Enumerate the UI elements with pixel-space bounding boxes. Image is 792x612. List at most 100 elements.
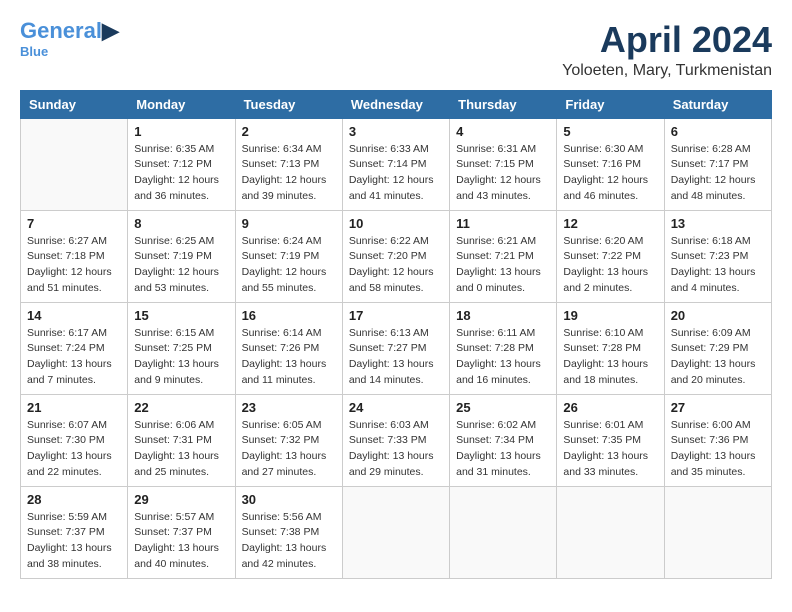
day-info: Sunrise: 5:57 AMSunset: 7:37 PMDaylight:… — [134, 510, 228, 573]
day-number: 28 — [27, 492, 121, 507]
day-number: 22 — [134, 400, 228, 415]
day-number: 11 — [456, 216, 550, 231]
week-row-3: 14Sunrise: 6:17 AMSunset: 7:24 PMDayligh… — [21, 302, 772, 394]
logo-blue: Blue — [20, 44, 48, 59]
day-number: 9 — [242, 216, 336, 231]
day-number: 2 — [242, 124, 336, 139]
day-number: 12 — [563, 216, 657, 231]
day-info: Sunrise: 6:34 AMSunset: 7:13 PMDaylight:… — [242, 142, 336, 205]
week-row-5: 28 Sunrise: 5:59 AMSunset: 7:37 PMDayligh… — [21, 486, 772, 578]
calendar-cell: 11 Sunrise: 6:21 AMSunset: 7:21 PMDayligh… — [450, 210, 557, 302]
day-number: 17 — [349, 308, 443, 323]
calendar-cell: 17 Sunrise: 6:13 AMSunset: 7:27 PMDayligh… — [342, 302, 449, 394]
column-header-monday: Monday — [128, 90, 235, 118]
column-header-saturday: Saturday — [664, 90, 771, 118]
day-info: Sunrise: 6:10 AMSunset: 7:28 PMDaylight:… — [563, 326, 657, 389]
month-year: April 2024 — [562, 20, 772, 60]
calendar-cell: 13 Sunrise: 6:18 AMSunset: 7:23 PMDayligh… — [664, 210, 771, 302]
day-number: 3 — [349, 124, 443, 139]
calendar-cell: 4Sunrise: 6:31 AMSunset: 7:15 PMDaylight… — [450, 118, 557, 210]
day-info: Sunrise: 6:31 AMSunset: 7:15 PMDaylight:… — [456, 142, 550, 205]
calendar-header-row: SundayMondayTuesdayWednesdayThursdayFrid… — [21, 90, 772, 118]
column-header-friday: Friday — [557, 90, 664, 118]
day-info: Sunrise: 6:21 AMSunset: 7:21 PMDaylight:… — [456, 234, 550, 297]
day-info: Sunrise: 6:27 AMSunset: 7:18 PMDaylight:… — [27, 234, 121, 297]
calendar-cell — [450, 486, 557, 578]
day-info: Sunrise: 6:15 AMSunset: 7:25 PMDaylight:… — [134, 326, 228, 389]
day-info: Sunrise: 6:01 AMSunset: 7:35 PMDaylight:… — [563, 418, 657, 481]
calendar-cell: 28 Sunrise: 5:59 AMSunset: 7:37 PMDayligh… — [21, 486, 128, 578]
calendar-cell — [664, 486, 771, 578]
day-info: Sunrise: 6:00 AMSunset: 7:36 PMDaylight:… — [671, 418, 765, 481]
day-info: Sunrise: 6:18 AMSunset: 7:23 PMDaylight:… — [671, 234, 765, 297]
calendar-cell: 16 Sunrise: 6:14 AMSunset: 7:26 PMDayligh… — [235, 302, 342, 394]
day-info: Sunrise: 6:17 AMSunset: 7:24 PMDaylight:… — [27, 326, 121, 389]
calendar-cell: 23Sunrise: 6:05 AMSunset: 7:32 PMDayligh… — [235, 394, 342, 486]
calendar-cell: 30Sunrise: 5:56 AMSunset: 7:38 PMDayligh… — [235, 486, 342, 578]
calendar-cell: 1 Sunrise: 6:35 AMSunset: 7:12 PMDaylight… — [128, 118, 235, 210]
day-info: Sunrise: 6:35 AMSunset: 7:12 PMDaylight:… — [134, 142, 228, 205]
day-info: Sunrise: 6:24 AMSunset: 7:19 PMDaylight:… — [242, 234, 336, 297]
day-info: Sunrise: 6:22 AMSunset: 7:20 PMDaylight:… — [349, 234, 443, 297]
logo-text: General▶ — [20, 20, 119, 42]
calendar-cell — [342, 486, 449, 578]
logo: General▶ Blue — [20, 20, 119, 59]
day-number: 7 — [27, 216, 121, 231]
day-number: 24 — [349, 400, 443, 415]
day-info: Sunrise: 6:30 AMSunset: 7:16 PMDaylight:… — [563, 142, 657, 205]
column-header-sunday: Sunday — [21, 90, 128, 118]
day-info: Sunrise: 6:09 AMSunset: 7:29 PMDaylight:… — [671, 326, 765, 389]
calendar-cell: 15 Sunrise: 6:15 AMSunset: 7:25 PMDayligh… — [128, 302, 235, 394]
week-row-1: 1 Sunrise: 6:35 AMSunset: 7:12 PMDaylight… — [21, 118, 772, 210]
day-number: 15 — [134, 308, 228, 323]
week-row-2: 7 Sunrise: 6:27 AMSunset: 7:18 PMDaylight… — [21, 210, 772, 302]
day-number: 29 — [134, 492, 228, 507]
day-number: 1 — [134, 124, 228, 139]
calendar-cell — [557, 486, 664, 578]
day-info: Sunrise: 5:56 AMSunset: 7:38 PMDaylight:… — [242, 510, 336, 573]
calendar-cell: 6 Sunrise: 6:28 AMSunset: 7:17 PMDaylight… — [664, 118, 771, 210]
location: Yoloeten, Mary, Turkmenistan — [562, 62, 772, 80]
day-number: 16 — [242, 308, 336, 323]
calendar-cell: 7 Sunrise: 6:27 AMSunset: 7:18 PMDaylight… — [21, 210, 128, 302]
day-number: 26 — [563, 400, 657, 415]
day-info: Sunrise: 6:28 AMSunset: 7:17 PMDaylight:… — [671, 142, 765, 205]
day-number: 8 — [134, 216, 228, 231]
calendar-cell: 2 Sunrise: 6:34 AMSunset: 7:13 PMDaylight… — [235, 118, 342, 210]
day-number: 5 — [563, 124, 657, 139]
day-number: 13 — [671, 216, 765, 231]
day-number: 19 — [563, 308, 657, 323]
page-header: General▶ Blue April 2024 Yoloeten, Mary,… — [20, 20, 772, 80]
column-header-tuesday: Tuesday — [235, 90, 342, 118]
day-info: Sunrise: 6:02 AMSunset: 7:34 PMDaylight:… — [456, 418, 550, 481]
day-info: Sunrise: 6:20 AMSunset: 7:22 PMDaylight:… — [563, 234, 657, 297]
logo-general: General — [20, 18, 102, 43]
calendar-cell: 19 Sunrise: 6:10 AMSunset: 7:28 PMDayligh… — [557, 302, 664, 394]
calendar-cell: 12 Sunrise: 6:20 AMSunset: 7:22 PMDayligh… — [557, 210, 664, 302]
calendar-cell: 21 Sunrise: 6:07 AMSunset: 7:30 PMDayligh… — [21, 394, 128, 486]
day-info: Sunrise: 6:06 AMSunset: 7:31 PMDaylight:… — [134, 418, 228, 481]
calendar-cell: 3Sunrise: 6:33 AMSunset: 7:14 PMDaylight… — [342, 118, 449, 210]
day-info: Sunrise: 6:05 AMSunset: 7:32 PMDaylight:… — [242, 418, 336, 481]
day-number: 20 — [671, 308, 765, 323]
day-info: Sunrise: 6:07 AMSunset: 7:30 PMDaylight:… — [27, 418, 121, 481]
calendar-cell: 20 Sunrise: 6:09 AMSunset: 7:29 PMDayligh… — [664, 302, 771, 394]
calendar-cell: 25Sunrise: 6:02 AMSunset: 7:34 PMDayligh… — [450, 394, 557, 486]
calendar-cell: 26 Sunrise: 6:01 AMSunset: 7:35 PMDayligh… — [557, 394, 664, 486]
calendar-table: SundayMondayTuesdayWednesdayThursdayFrid… — [20, 90, 772, 579]
day-info: Sunrise: 6:03 AMSunset: 7:33 PMDaylight:… — [349, 418, 443, 481]
day-info: Sunrise: 6:25 AMSunset: 7:19 PMDaylight:… — [134, 234, 228, 297]
column-header-wednesday: Wednesday — [342, 90, 449, 118]
day-info: Sunrise: 6:13 AMSunset: 7:27 PMDaylight:… — [349, 326, 443, 389]
day-number: 6 — [671, 124, 765, 139]
calendar-cell: 27 Sunrise: 6:00 AMSunset: 7:36 PMDayligh… — [664, 394, 771, 486]
calendar-cell — [21, 118, 128, 210]
title-block: April 2024 Yoloeten, Mary, Turkmenistan — [562, 20, 772, 80]
day-info: Sunrise: 6:14 AMSunset: 7:26 PMDaylight:… — [242, 326, 336, 389]
calendar-cell: 8 Sunrise: 6:25 AMSunset: 7:19 PMDaylight… — [128, 210, 235, 302]
day-number: 27 — [671, 400, 765, 415]
day-info: Sunrise: 6:11 AMSunset: 7:28 PMDaylight:… — [456, 326, 550, 389]
calendar-cell: 24 Sunrise: 6:03 AMSunset: 7:33 PMDayligh… — [342, 394, 449, 486]
day-number: 21 — [27, 400, 121, 415]
day-info: Sunrise: 5:59 AMSunset: 7:37 PMDaylight:… — [27, 510, 121, 573]
